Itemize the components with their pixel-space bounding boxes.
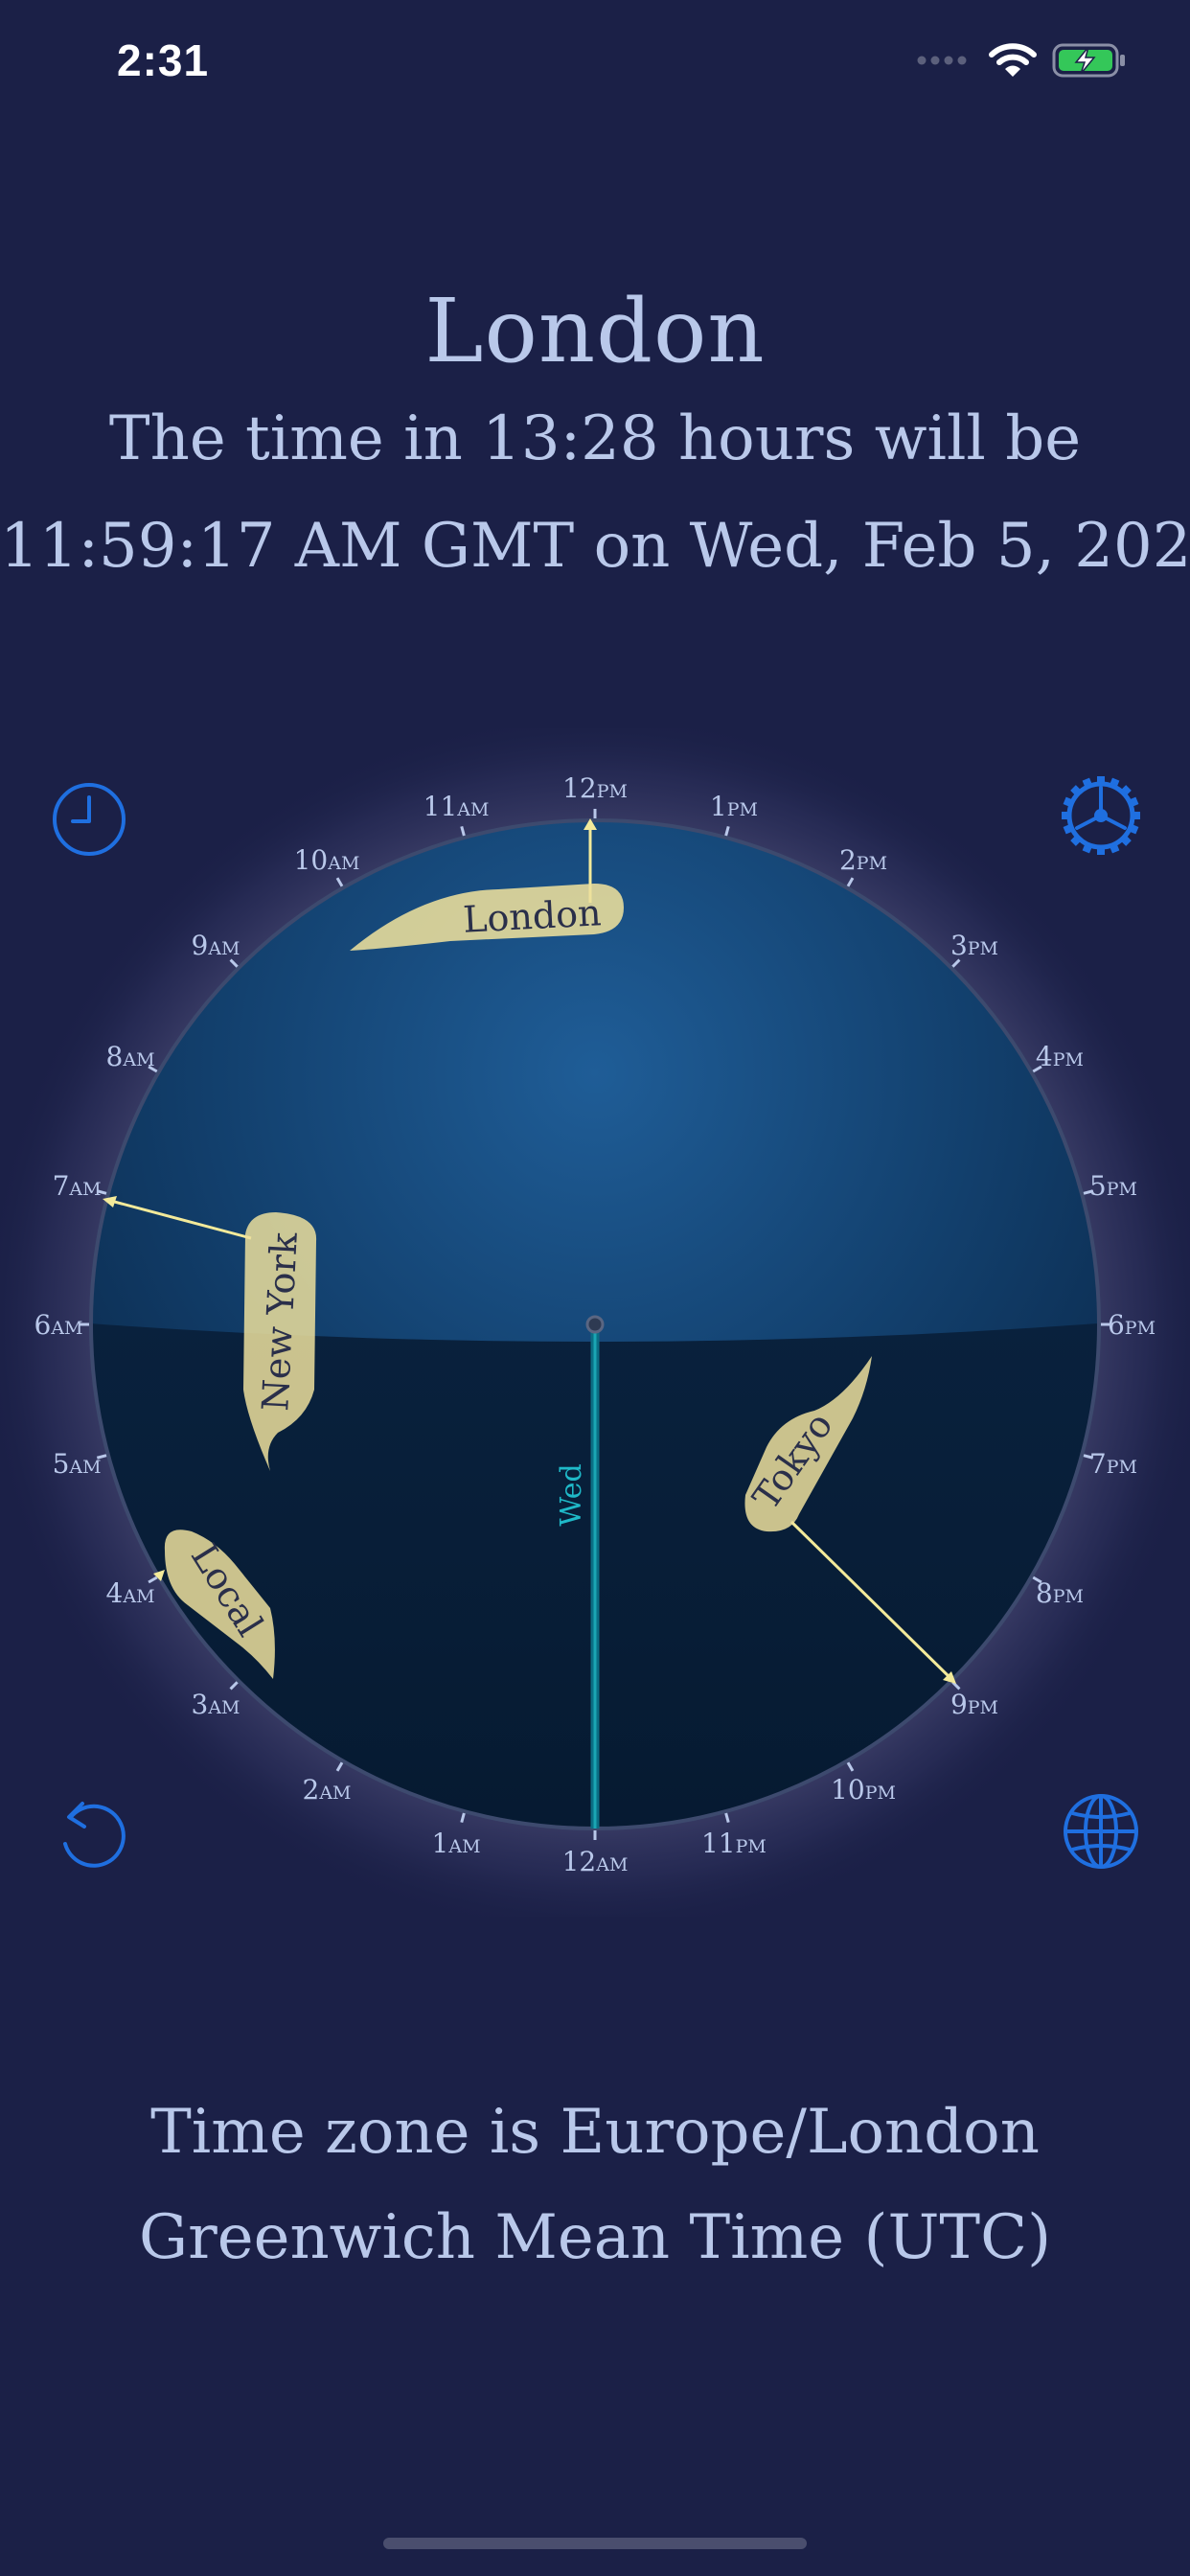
london-tag-label: London xyxy=(462,891,602,940)
time-zone-id: Time zone is Europe/London xyxy=(150,2097,1040,2168)
home-indicator[interactable] xyxy=(383,2538,807,2549)
status-time: 2:31 xyxy=(117,35,210,85)
target-datetime: 11:59:17 AM GMT on Wed, Feb 5, 2020 xyxy=(0,511,1190,582)
dial-svg[interactable]: 12AM1AM2AM3AM4AM5AM6AM7AM8AM9AM10AM11AM1… xyxy=(0,711,1190,1938)
dial-center xyxy=(585,1315,605,1334)
city-title: London xyxy=(424,280,766,382)
signal-icon xyxy=(917,56,967,65)
header: London The time in 13:28 hours will be 1… xyxy=(0,278,1190,600)
status-icons xyxy=(916,42,1127,79)
time-zone-name: Greenwich Mean Time (UTC) xyxy=(138,2202,1052,2273)
wifi-icon xyxy=(989,43,1037,77)
world-clock-dial[interactable]: 12AM 1AM 2AM 3AM 4AM 5AM 6AM 7AM 8AM 9AM 10AM 11AM 1… xyxy=(0,711,1190,1938)
day-label: Wed xyxy=(555,1463,588,1526)
battery-charging-icon xyxy=(1052,43,1125,78)
status-bar: 2:31 xyxy=(0,0,1190,134)
offset-description: The time in 13:28 hours will be xyxy=(108,403,1082,474)
footer: Time zone is Europe/London Greenwich Mea… xyxy=(0,2080,1190,2290)
